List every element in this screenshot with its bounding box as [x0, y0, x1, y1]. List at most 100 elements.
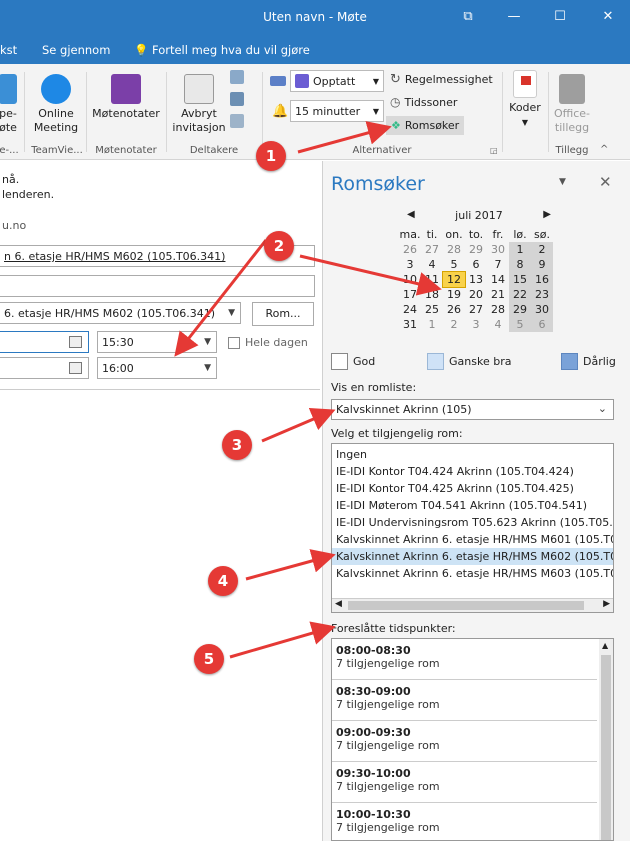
calendar-day-selected[interactable]: 12: [442, 271, 466, 288]
calendar-day[interactable]: 18: [421, 287, 443, 302]
calendar-day[interactable]: 30: [487, 242, 509, 257]
calendar-day[interactable]: 10: [399, 272, 421, 287]
calendar-day[interactable]: 26: [443, 302, 465, 317]
chevron-down-icon[interactable]: ▼: [204, 363, 211, 373]
calendar-day[interactable]: 28: [443, 242, 465, 257]
tags-button[interactable]: Koder ▼: [506, 70, 544, 130]
calendar-icon[interactable]: [69, 362, 82, 374]
calendar-day[interactable]: 22: [509, 287, 531, 302]
room-list-dropdown[interactable]: Kalvskinnet Akrinn (105) ⌄: [331, 399, 614, 420]
scroll-right-icon[interactable]: ▶: [603, 599, 610, 609]
onenote-meeting-notes-button[interactable]: Møtenotater: [90, 74, 162, 121]
calendar-day[interactable]: 4: [487, 317, 509, 332]
close-window-icon[interactable]: ✕: [596, 8, 620, 26]
room-item[interactable]: Ingen: [332, 446, 613, 463]
horizontal-scrollbar[interactable]: ◀ ▶: [332, 598, 613, 612]
calendar-day[interactable]: 29: [509, 302, 531, 317]
vertical-scrollbar[interactable]: ▲: [599, 639, 613, 840]
calendar-day[interactable]: 3: [399, 257, 421, 272]
room-item[interactable]: IE-IDI Møterom T04.541 Akrinn (105.T04.5…: [332, 497, 613, 514]
all-day-checkbox[interactable]: Hele dagen: [228, 336, 308, 349]
calendar-day[interactable]: 28: [487, 302, 509, 317]
room-item-selected[interactable]: Kalvskinnet Akrinn 6. etasje HR/HMS M602…: [332, 548, 613, 565]
calendar-day[interactable]: 23: [531, 287, 553, 302]
calendar-day[interactable]: 27: [421, 242, 443, 257]
calendar-day[interactable]: 31: [399, 317, 421, 332]
room-item[interactable]: Kalvskinnet Akrinn 6. etasje HR/HMS M601…: [332, 531, 613, 548]
calendar-day[interactable]: 26: [399, 242, 421, 257]
calendar-day[interactable]: 16: [531, 272, 553, 287]
teamviewer-meeting-button[interactable]: pe- øte: [0, 74, 18, 135]
calendar-day[interactable]: 5: [443, 257, 465, 272]
tab-text[interactable]: kst: [0, 43, 17, 57]
prev-month-icon[interactable]: ◀: [407, 209, 415, 220]
check-names-icon[interactable]: [230, 92, 244, 106]
maximize-icon[interactable]: ☐: [548, 8, 572, 26]
room-item[interactable]: IE-IDI Undervisningsrom T05.623 Akrinn (…: [332, 514, 613, 531]
calendar-day[interactable]: 27: [465, 302, 487, 317]
calendar-day[interactable]: 8: [509, 257, 531, 272]
scroll-left-icon[interactable]: ◀: [335, 599, 342, 609]
calendar-day[interactable]: 20: [465, 287, 487, 302]
close-pane-icon[interactable]: ✕: [599, 173, 612, 191]
tab-review[interactable]: Se gjennom: [42, 43, 110, 57]
cancel-invitation-button[interactable]: Avbryt invitasjon: [170, 74, 228, 135]
show-as-dropdown[interactable]: Opptatt ▼: [290, 70, 384, 92]
suggestion-item[interactable]: 08:00-08:30 7 tilgjengelige rom: [332, 639, 597, 680]
calendar-icon[interactable]: [69, 336, 82, 348]
calendar-day[interactable]: 2: [443, 317, 465, 332]
calendar-day[interactable]: 1: [509, 242, 531, 257]
suggestion-item[interactable]: 08:30-09:00 7 tilgjengelige rom: [332, 680, 597, 721]
start-time-input[interactable]: 15:30 ▼: [97, 331, 217, 353]
suggestion-item[interactable]: 10:00-10:30 7 tilgjengelige rom: [332, 803, 597, 840]
calendar-day[interactable]: 6: [531, 317, 553, 332]
scroll-thumb[interactable]: [601, 655, 611, 840]
calendar-day[interactable]: 11: [421, 272, 443, 287]
calendar-day[interactable]: 4: [421, 257, 443, 272]
location-input[interactable]: 6. etasje HR/HMS M602 (105.T06.341) ▼: [0, 302, 241, 324]
calendar-day[interactable]: 3: [465, 317, 487, 332]
calendar-day[interactable]: 21: [487, 287, 509, 302]
minimize-icon[interactable]: —: [502, 8, 526, 26]
calendar-day[interactable]: 2: [531, 242, 553, 257]
response-options-icon[interactable]: [230, 114, 244, 128]
dialog-launcher-icon[interactable]: ◲: [490, 146, 498, 155]
rooms-button[interactable]: Rom...: [252, 302, 314, 326]
calendar-day[interactable]: 30: [531, 302, 553, 317]
scroll-up-icon[interactable]: ▲: [602, 641, 608, 650]
next-month-icon[interactable]: ▶: [543, 209, 551, 220]
room-item[interactable]: IE-IDI Kontor T04.425 Akrinn (105.T04.42…: [332, 480, 613, 497]
reminder-dropdown[interactable]: 15 minutter ▼: [290, 100, 384, 122]
suggestion-item[interactable]: 09:30-10:00 7 tilgjengelige rom: [332, 762, 597, 803]
calendar-day[interactable]: 1: [421, 317, 443, 332]
room-item[interactable]: Kalvskinnet Akrinn 6. etasje HR/HMS M603…: [332, 565, 613, 582]
restore-ribbon-icon[interactable]: ⧉: [456, 8, 480, 26]
collapse-ribbon-icon[interactable]: ^: [600, 144, 608, 155]
subject-input[interactable]: [0, 275, 315, 297]
calendar-day[interactable]: 7: [487, 257, 509, 272]
chevron-down-icon[interactable]: ▼: [228, 308, 235, 318]
calendar-day[interactable]: 24: [399, 302, 421, 317]
recurrence-button[interactable]: ↻ Regelmessighet: [390, 72, 493, 87]
office-addins-button[interactable]: Office- tillegg: [550, 74, 594, 135]
calendar-day[interactable]: 9: [531, 257, 553, 272]
calendar-day[interactable]: 17: [399, 287, 421, 302]
calendar-day[interactable]: 6: [465, 257, 487, 272]
calendar-day[interactable]: 19: [443, 287, 465, 302]
room-item[interactable]: IE-IDI Kontor T04.424 Akrinn (105.T04.42…: [332, 463, 613, 480]
chevron-down-icon[interactable]: ▼: [204, 337, 211, 347]
suggestion-item[interactable]: 09:00-09:30 7 tilgjengelige rom: [332, 721, 597, 762]
calendar-day[interactable]: 29: [465, 242, 487, 257]
scroll-thumb[interactable]: [348, 601, 584, 610]
calendar-day[interactable]: 15: [509, 272, 531, 287]
chevron-down-icon[interactable]: ⌄: [598, 402, 607, 415]
room-finder-button[interactable]: ❖ Romsøker: [386, 116, 465, 135]
end-time-input[interactable]: 16:00 ▼: [97, 357, 217, 379]
calendar-day[interactable]: 13: [465, 272, 487, 287]
timezones-button[interactable]: ◷ Tidssoner: [390, 95, 457, 109]
start-date-input[interactable]: [0, 331, 89, 353]
calendar-day[interactable]: 5: [509, 317, 531, 332]
tell-me-search[interactable]: Fortell meg hva du vil gjøre: [152, 43, 310, 57]
calendar-day[interactable]: 25: [421, 302, 443, 317]
online-meeting-button[interactable]: Online Meeting: [30, 74, 82, 135]
